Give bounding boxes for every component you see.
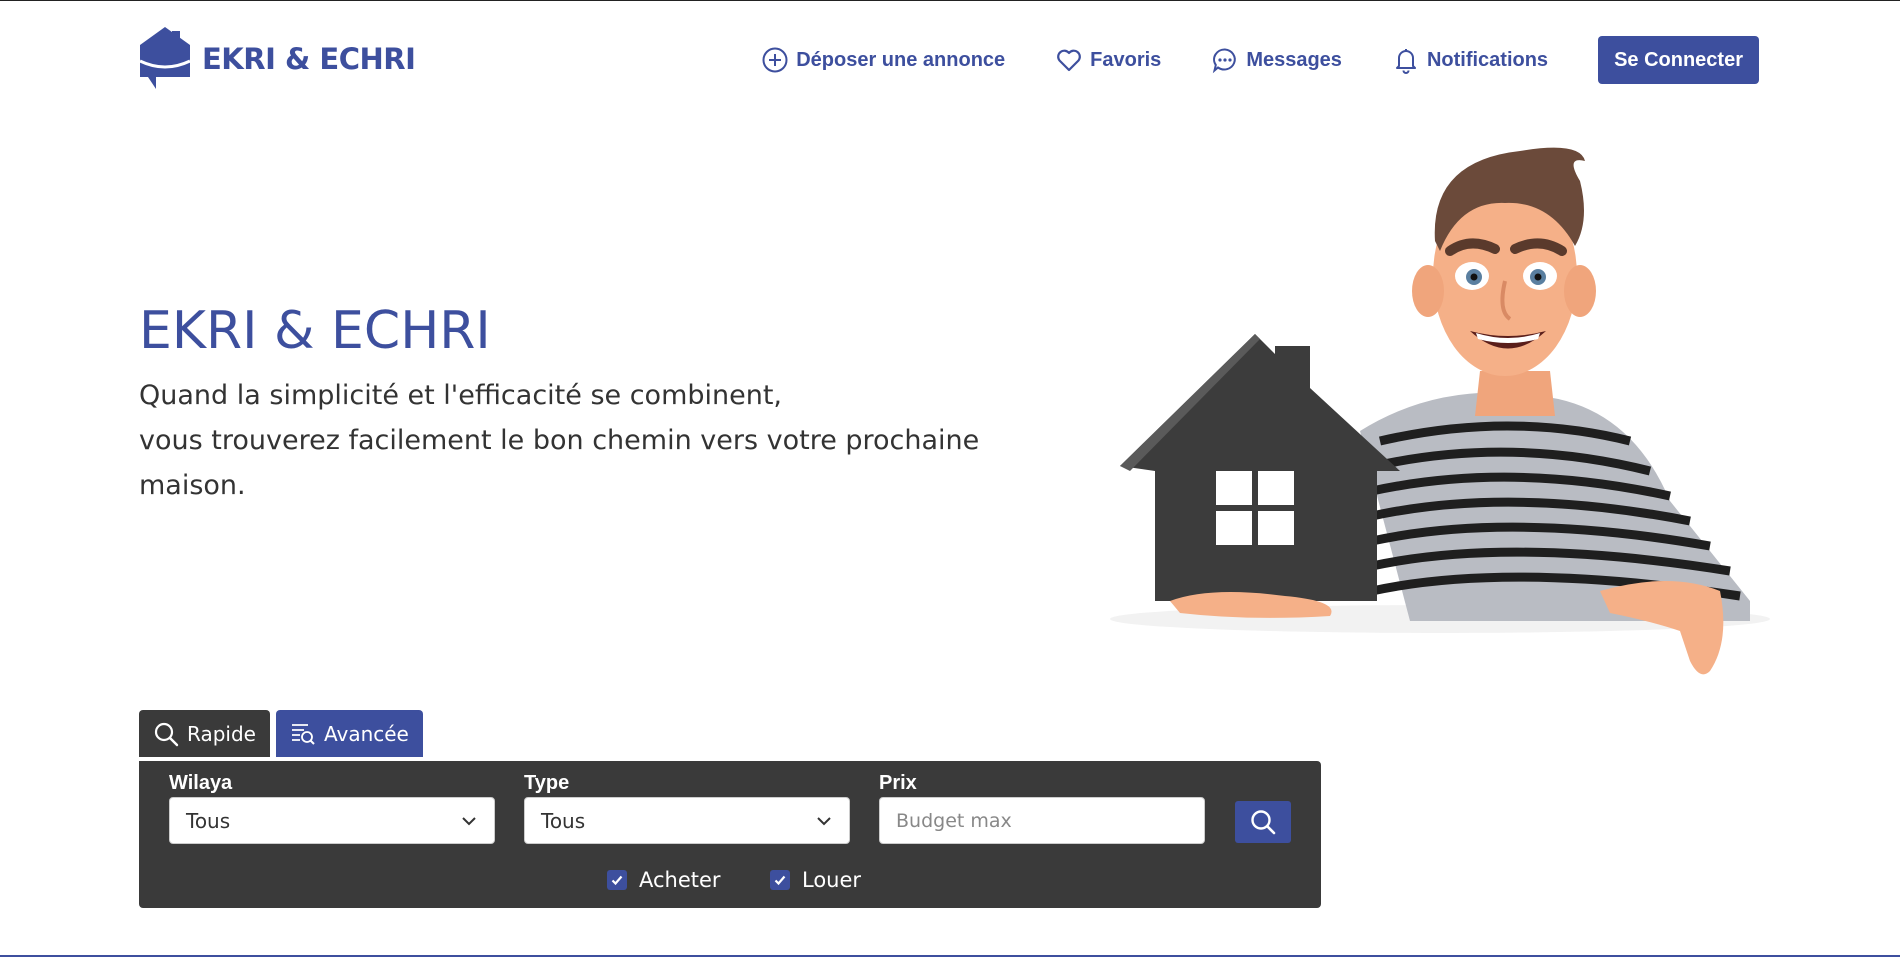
tab-quick-search[interactable]: Rapide [139, 710, 270, 757]
hero-tagline-line: Quand la simplicité et l'efficacité se c… [139, 380, 783, 411]
checkbox-checked-icon [607, 870, 627, 890]
site-header: EKRI & ECHRI Déposer une annonce Favoris… [0, 1, 1900, 119]
checkbox-checked-icon [770, 870, 790, 890]
house-logo-icon [139, 27, 191, 89]
price-label: Prix [879, 772, 917, 794]
plus-circle-icon [762, 47, 788, 73]
nav-notifications-label: Notifications [1426, 48, 1549, 71]
chevron-down-icon [462, 816, 476, 825]
nav-favorites-label: Favoris [1090, 48, 1162, 71]
chat-bubble-icon [1213, 48, 1237, 74]
brand-logo[interactable]: EKRI & ECHRI [138, 25, 416, 93]
tab-advanced-search-label: Avancée [323, 721, 409, 746]
search-icon [1251, 810, 1276, 835]
main-nav: Déposer une annonce Favoris Messages Not… [711, 36, 1759, 84]
tab-quick-search-label: Rapide [187, 721, 256, 746]
tab-advanced-search[interactable]: Avancée [275, 710, 423, 757]
login-button[interactable]: Se Connecter [1598, 36, 1759, 84]
search-panel: Wilaya Tous Type Tous Prix Acheter Louer [139, 761, 1321, 908]
type-label: Type [524, 772, 570, 794]
wilaya-select[interactable]: Tous [169, 797, 495, 844]
hero-tagline: Quand la simplicité et l'efficacité se c… [139, 373, 989, 508]
rent-checkbox[interactable]: Louer [770, 868, 861, 892]
type-select[interactable]: Tous [524, 797, 850, 844]
nav-favorites[interactable]: Favoris [1055, 46, 1161, 74]
filter-search-icon [291, 723, 315, 745]
heart-icon [1057, 49, 1082, 72]
buy-checkbox-label: Acheter [639, 868, 721, 892]
search-mode-tabs: Rapide Avancée [139, 710, 423, 757]
nav-post-ad-label: Déposer une annonce [796, 48, 1006, 71]
brand-name: EKRI & ECHRI [202, 42, 416, 76]
type-select-value: Tous [541, 808, 586, 833]
hero-tagline-line: maison. [139, 470, 246, 501]
wilaya-label: Wilaya [169, 772, 233, 794]
nav-post-ad[interactable]: Déposer une annonce [761, 46, 1005, 74]
chevron-down-icon [817, 816, 831, 825]
bell-icon [1395, 49, 1416, 74]
man-holding-house-illustration [1110, 147, 1770, 675]
search-icon [154, 722, 179, 746]
buy-checkbox[interactable]: Acheter [607, 868, 721, 892]
rent-checkbox-label: Louer [802, 868, 862, 892]
max-budget-input[interactable] [879, 797, 1205, 844]
search-submit-button[interactable] [1235, 801, 1291, 843]
nav-notifications[interactable]: Notifications [1392, 46, 1548, 74]
wilaya-select-value: Tous [186, 808, 231, 833]
hero-tagline-line: vous trouverez facilement le bon chemin … [139, 425, 980, 456]
nav-messages[interactable]: Messages [1211, 46, 1342, 74]
hero-title: EKRI & ECHRI [139, 301, 491, 361]
nav-messages-label: Messages [1246, 48, 1342, 71]
